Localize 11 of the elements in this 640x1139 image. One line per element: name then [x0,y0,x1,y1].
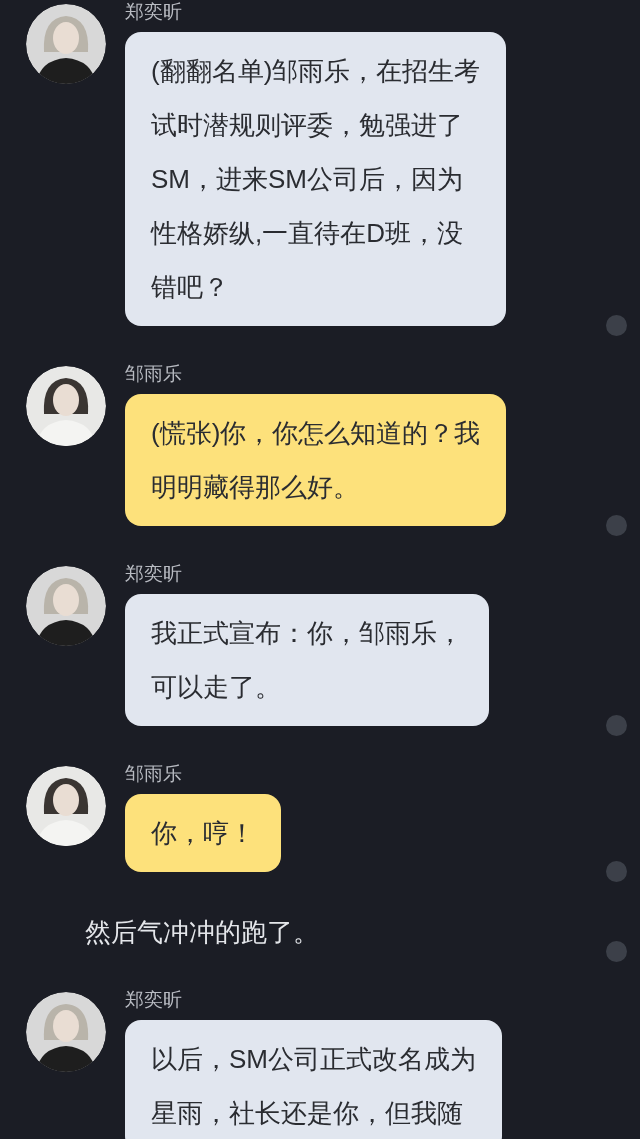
sender-name: 郑奕昕 [125,0,182,24]
narration-text: 然后气冲冲的跑了。 [85,916,319,949]
sender-name: 郑奕昕 [125,562,182,586]
message-bubble: (慌张)你，你怎么知道的？我 明明藏得那么好。 [125,394,507,526]
sender-name: 郑奕昕 [125,988,182,1012]
message-bubble: (翻翻名单)邹雨乐，在招生考 试时潜规则评委，勉强进了 SM，进来SM公司后，因为 性格娇纵,一直待在D班，没 错吧？ [125,32,507,326]
message-bubble: 以后，SM公司正式改名成为 星雨，社长还是你，但我随 [125,1020,502,1139]
message-bubble: 我正式宣布：你，邹雨乐， 可以走了。 [125,594,489,726]
sender-name: 邹雨乐 [125,762,182,786]
message-bubble: 你，哼！ [125,794,281,872]
sender-name: 邹雨乐 [125,362,182,386]
